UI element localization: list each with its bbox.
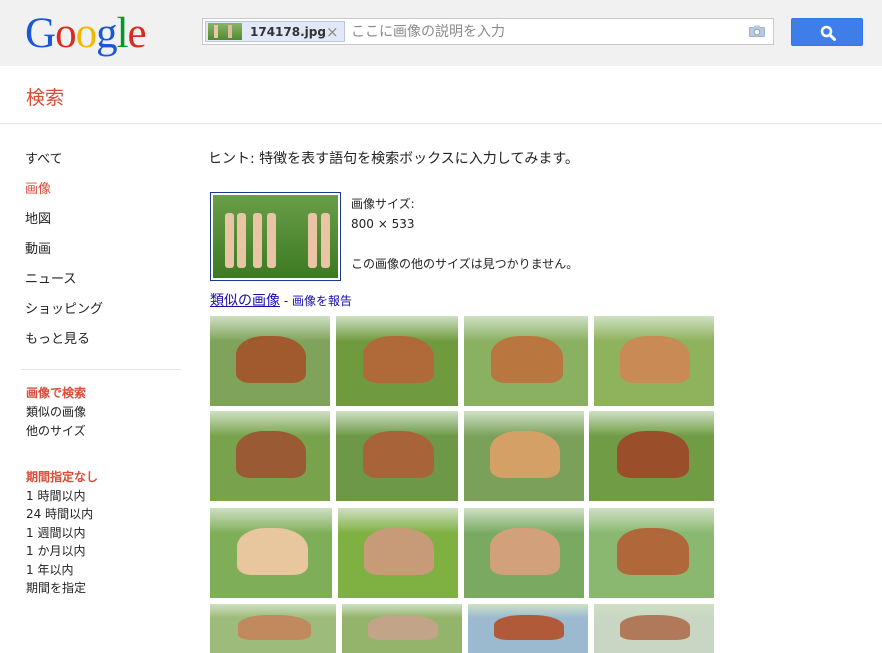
- similar-image-thumbnail[interactable]: [468, 604, 588, 653]
- tools-head[interactable]: 画像で検索: [26, 384, 186, 403]
- similar-image-thumbnail[interactable]: [594, 604, 714, 653]
- thumbnail-subject: [364, 527, 434, 575]
- similar-image-thumbnail[interactable]: [589, 411, 714, 501]
- query-image-figure: [308, 213, 317, 268]
- magnifier-icon: [820, 25, 836, 41]
- thumbnail-subject: [491, 335, 564, 383]
- time-filter-1w[interactable]: 1 週間以内: [26, 524, 186, 543]
- time-filter-custom[interactable]: 期間を指定: [26, 579, 186, 598]
- time-filter-1h[interactable]: 1 時間以内: [26, 487, 186, 506]
- section-bar: 検索: [0, 66, 882, 124]
- similar-image-thumbnail[interactable]: [210, 508, 332, 598]
- time-filter-head[interactable]: 期間指定なし: [26, 468, 186, 487]
- similar-image-thumbnail[interactable]: [594, 316, 714, 406]
- remove-query-image-icon[interactable]: ×: [326, 23, 339, 41]
- query-image-figure: [253, 213, 262, 268]
- section-title: 検索: [26, 87, 65, 109]
- similar-image-thumbnail[interactable]: [210, 316, 330, 406]
- tools-similar-images[interactable]: 類似の画像: [26, 403, 186, 422]
- image-info: 画像サイズ: 800 × 533 この画像の他のサイズは見つかりません。: [351, 194, 578, 274]
- hint-text: ヒント: 特徴を表す語句を検索ボックスに入力してみます。: [208, 151, 579, 167]
- similar-separator: -: [280, 294, 292, 308]
- query-image-thumbnail[interactable]: [210, 192, 341, 281]
- thumbnail-subject: [362, 335, 434, 383]
- thumbnail-subject: [616, 527, 689, 575]
- search-input[interactable]: [351, 22, 731, 41]
- tools-other-sizes[interactable]: 他のサイズ: [26, 422, 186, 441]
- query-image-filename: 174178.jpg: [250, 25, 326, 39]
- nav-item-videos[interactable]: 動画: [25, 240, 185, 270]
- camera-icon[interactable]: [749, 25, 765, 37]
- thumbnail-subject: [236, 430, 306, 478]
- similar-image-thumbnail[interactable]: [210, 604, 336, 653]
- similar-image-thumbnail[interactable]: [464, 411, 584, 501]
- search-by-image-tools: 画像で検索 類似の画像 他のサイズ: [26, 384, 186, 441]
- time-filter-1m[interactable]: 1 か月以内: [26, 542, 186, 561]
- top-bar: Google 174178.jpg ×: [0, 0, 882, 66]
- thumbnail-subject: [236, 527, 308, 575]
- similar-image-thumbnail[interactable]: [336, 316, 458, 406]
- nav-item-maps[interactable]: 地図: [25, 210, 185, 240]
- nav-item-all[interactable]: すべて: [25, 150, 185, 180]
- query-image-figure: [267, 213, 276, 268]
- query-image-figure: [225, 213, 234, 268]
- no-other-sizes-text: この画像の他のサイズは見つかりません。: [351, 257, 579, 271]
- similar-image-thumbnail[interactable]: [336, 411, 458, 501]
- thumbnail-subject: [620, 614, 690, 641]
- similar-image-thumbnail[interactable]: [338, 508, 458, 598]
- image-size-value: 800 × 533: [351, 217, 415, 231]
- thumbnail-subject: [368, 614, 438, 641]
- thumbnail-subject: [237, 614, 311, 641]
- report-image-link[interactable]: 画像を報告: [292, 294, 352, 308]
- thumbnail-subject: [620, 335, 690, 383]
- thumbnail-subject: [490, 527, 560, 575]
- thumbnail-subject: [616, 430, 689, 478]
- similar-image-thumbnail[interactable]: [210, 411, 330, 501]
- similar-image-thumbnail[interactable]: [464, 508, 584, 598]
- similar-image-thumbnail[interactable]: [342, 604, 462, 653]
- time-filter-1y[interactable]: 1 年以内: [26, 561, 186, 580]
- time-filter-24h[interactable]: 24 時間以内: [26, 505, 186, 524]
- query-image-chip-thumbnail: [208, 23, 242, 40]
- image-size-label: 画像サイズ:: [351, 197, 415, 211]
- nav-item-news[interactable]: ニュース: [25, 270, 185, 300]
- similar-images-link[interactable]: 類似の画像: [210, 293, 280, 309]
- similar-image-thumbnail[interactable]: [589, 508, 714, 598]
- time-filter: 期間指定なし 1 時間以内 24 時間以内 1 週間以内 1 か月以内 1 年以…: [26, 468, 186, 598]
- search-button[interactable]: [791, 18, 863, 46]
- query-image: [213, 195, 338, 278]
- nav-item-images[interactable]: 画像: [25, 180, 185, 210]
- query-image-figure: [321, 213, 330, 268]
- thumbnail-subject: [236, 335, 306, 383]
- thumbnail-subject: [362, 430, 434, 478]
- thumbnail-subject: [490, 430, 560, 478]
- similar-images-heading: 類似の画像 - 画像を報告: [210, 290, 352, 310]
- query-image-chip[interactable]: 174178.jpg ×: [205, 21, 345, 42]
- thumbnail-subject: [494, 614, 564, 641]
- left-nav: すべて 画像 地図 動画 ニュース ショッピング もっと見る: [25, 150, 185, 360]
- query-image-figure: [237, 213, 246, 268]
- nav-divider: [21, 369, 181, 370]
- similar-image-thumbnail[interactable]: [464, 316, 588, 406]
- nav-item-more[interactable]: もっと見る: [25, 330, 185, 360]
- search-box[interactable]: 174178.jpg ×: [202, 18, 774, 45]
- nav-item-shopping[interactable]: ショッピング: [25, 300, 185, 330]
- google-logo[interactable]: Google: [25, 8, 147, 60]
